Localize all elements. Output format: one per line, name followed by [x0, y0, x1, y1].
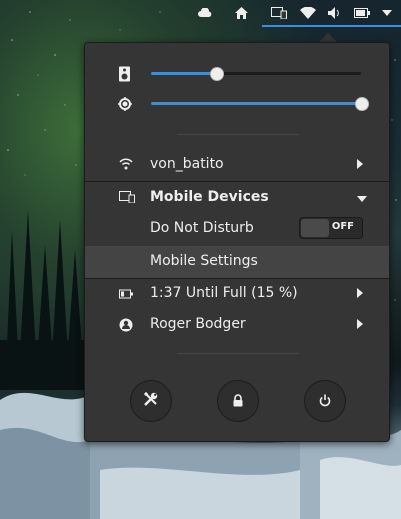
power-icon	[319, 392, 331, 411]
brightness-knob[interactable]	[355, 97, 369, 111]
separator	[177, 353, 299, 354]
mobile-devices-icon[interactable]	[270, 5, 288, 21]
battery-icon[interactable]	[353, 5, 371, 21]
chevron-right-icon	[357, 319, 363, 329]
chevron-right-icon	[357, 159, 363, 169]
battery-label: 1:37 Until Full (15 %)	[150, 285, 298, 301]
system-menu: von_batito Mobile Devices Do Not Disturb…	[84, 42, 390, 442]
wifi-icon[interactable]	[299, 5, 317, 21]
chevron-down-icon	[357, 196, 367, 202]
cloud-icon[interactable]	[196, 5, 214, 21]
desktop: von_batito Mobile Devices Do Not Disturb…	[0, 0, 401, 519]
speaker-icon	[118, 66, 134, 82]
toggle-state: OFF	[331, 221, 354, 232]
chevron-right-icon	[357, 288, 363, 298]
user-icon	[119, 318, 133, 332]
menu-arrow-icon[interactable]	[378, 5, 396, 21]
user-item[interactable]: Roger Bodger	[85, 309, 389, 341]
mobile-devices-icon	[119, 191, 135, 205]
brightness-slider[interactable]	[85, 92, 389, 116]
mobile-devices-label: Mobile Devices	[150, 189, 269, 205]
brightness-icon	[118, 96, 134, 112]
tools-icon	[143, 391, 159, 411]
separator	[177, 134, 299, 135]
volume-slider[interactable]	[85, 62, 389, 86]
power-button[interactable]	[304, 380, 346, 422]
top-bar	[0, 0, 401, 27]
lock-button[interactable]	[217, 380, 259, 422]
home-icon[interactable]	[232, 5, 250, 21]
volume-fill	[151, 72, 216, 75]
network-item[interactable]: von_batito	[85, 149, 389, 181]
network-label: von_batito	[150, 156, 224, 172]
mobile-settings-label: Mobile Settings	[150, 253, 258, 269]
pine-trees	[0, 210, 90, 390]
settings-button[interactable]	[130, 380, 172, 422]
active-indicator	[262, 25, 401, 27]
user-label: Roger Bodger	[150, 316, 246, 332]
mobile-devices-item[interactable]: Mobile Devices	[85, 182, 389, 214]
volume-knob[interactable]	[210, 67, 224, 81]
battery-item[interactable]: 1:37 Until Full (15 %)	[85, 278, 389, 310]
do-not-disturb-item[interactable]: Do Not Disturb OFF	[85, 213, 389, 245]
brightness-fill	[151, 102, 361, 105]
wifi-icon	[119, 158, 133, 172]
lock-icon	[233, 392, 243, 411]
battery-icon	[119, 287, 133, 301]
do-not-disturb-label: Do Not Disturb	[150, 220, 254, 236]
popover-arrow	[319, 33, 337, 42]
do-not-disturb-toggle[interactable]: OFF	[299, 217, 363, 239]
toggle-thumb	[301, 219, 329, 237]
mobile-settings-item[interactable]: Mobile Settings	[85, 246, 389, 278]
volume-icon[interactable]	[326, 5, 344, 21]
